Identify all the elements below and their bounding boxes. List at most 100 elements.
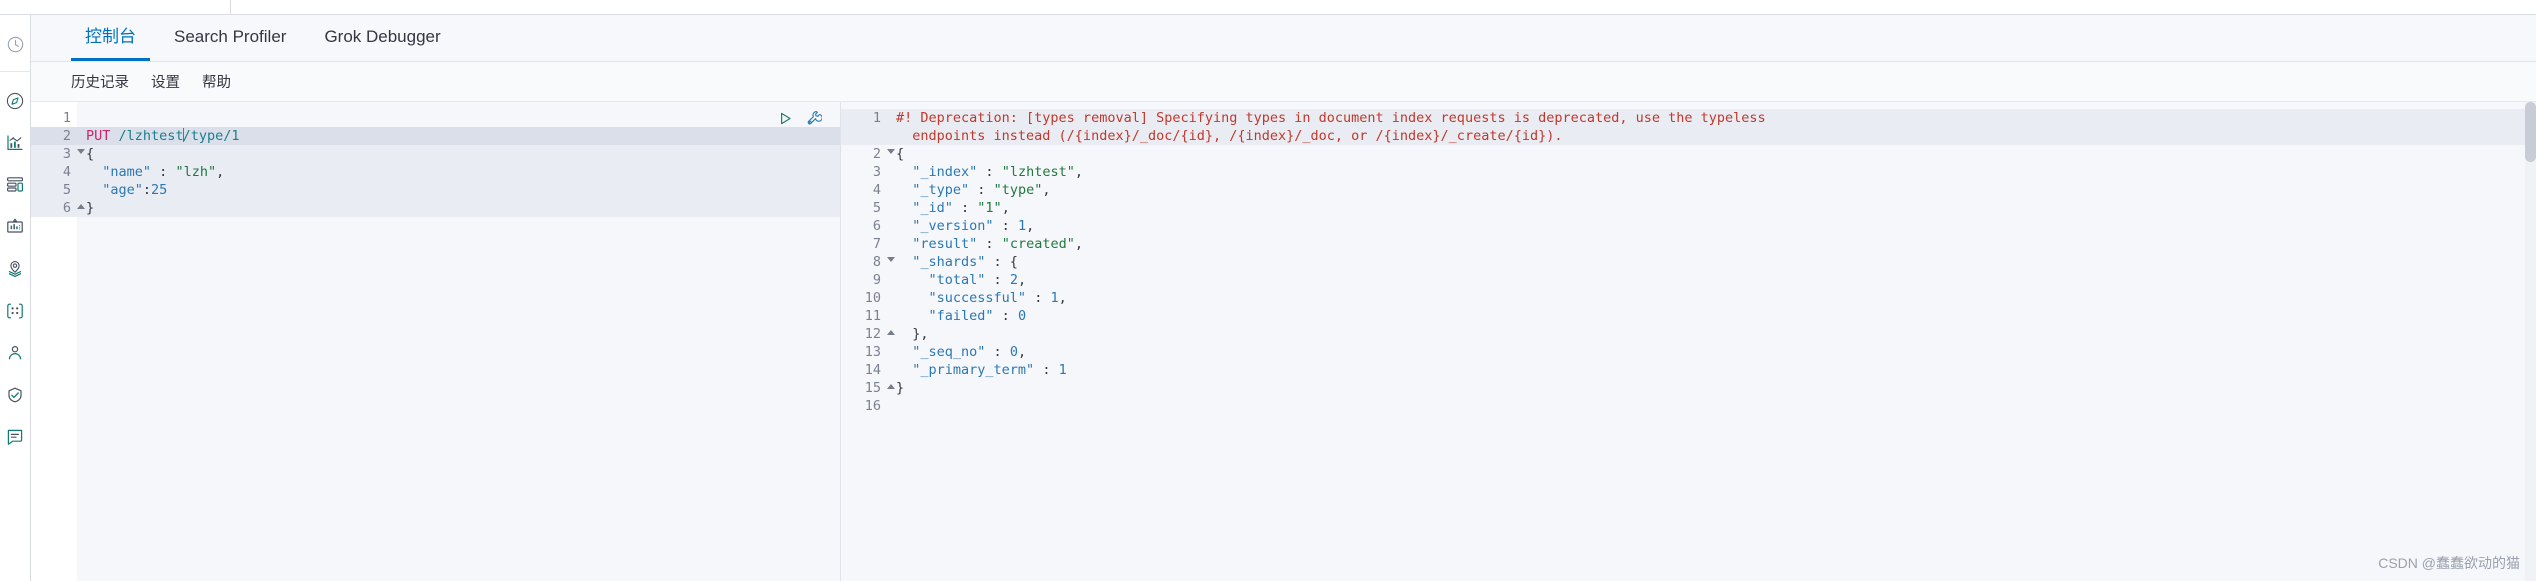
code-token: : [993, 308, 1018, 324]
response-code[interactable]: #! Deprecation: [types removal] Specifyi… [887, 102, 2536, 581]
submenu-help[interactable]: 帮助 [202, 71, 231, 92]
code-token: , [1001, 200, 1010, 216]
line-number: 4 [872, 182, 881, 198]
code-line[interactable]: "_type" : "type", [887, 181, 2536, 199]
code-line[interactable]: { [77, 145, 840, 163]
line-number: 2 [31, 127, 77, 145]
code-token: "_seq_no" [912, 344, 986, 360]
response-scrollbar-thumb[interactable] [2525, 102, 2536, 162]
line-number: 14 [864, 362, 881, 378]
kibana-dev-tools-console: 控制台 Search Profiler Grok Debugger 历史记录 设… [0, 0, 2536, 581]
code-token: "age" [102, 182, 143, 198]
tab-console[interactable]: 控制台 [71, 28, 150, 61]
code-token: : [142, 182, 152, 198]
code-token: : [969, 182, 994, 198]
code-line[interactable]: }, [887, 325, 2536, 343]
request-editor-pane[interactable]: 123456 PUT /lzhtest/type/1{ "name" : "lz… [31, 102, 841, 581]
top-strip-cell [31, 0, 231, 15]
code-token: } [896, 380, 905, 396]
console-body: 123456 PUT /lzhtest/type/1{ "name" : "lz… [31, 101, 2536, 581]
code-line[interactable]: "total" : 2, [887, 271, 2536, 289]
code-line[interactable]: endpoints instead (/{index}/_doc/{id}, /… [887, 127, 2536, 145]
line-number: 12 [841, 325, 895, 343]
uptime-icon[interactable] [0, 378, 31, 411]
code-token: 2 [1009, 272, 1018, 288]
line-number: 6 [31, 199, 85, 217]
code-token: /type/1 [182, 128, 240, 144]
response-gutter: 1 2 3 4 5 6 7 8 9 10 11 12 13 14 15 16 [841, 102, 895, 581]
code-line[interactable]: { [887, 145, 2536, 163]
code-line[interactable]: #! Deprecation: [types removal] Specifyi… [887, 109, 2536, 127]
canvas-icon[interactable] [0, 210, 31, 243]
line-number: 7 [872, 236, 881, 252]
fold-toggle-icon[interactable] [77, 204, 85, 209]
rail-top-spacer [0, 0, 31, 15]
code-line[interactable]: "_version" : 1, [887, 217, 2536, 235]
machine-learning-icon[interactable] [0, 294, 31, 327]
dashboard-icon[interactable] [0, 168, 31, 201]
code-line[interactable] [77, 109, 840, 127]
console-submenu: 历史记录 设置 帮助 [31, 62, 2536, 101]
fold-toggle-icon[interactable] [887, 330, 895, 335]
code-token: #! Deprecation: [types removal] Specifyi… [896, 110, 1766, 126]
code-line[interactable]: } [77, 199, 840, 217]
code-line[interactable]: PUT /lzhtest/type/1 [77, 127, 840, 145]
apm-icon[interactable] [0, 420, 31, 453]
code-line[interactable] [887, 397, 2536, 415]
tab-grok-debugger[interactable]: Grok Debugger [310, 28, 454, 61]
submenu-history[interactable]: 历史记录 [71, 71, 129, 92]
code-line[interactable]: "failed" : 0 [887, 307, 2536, 325]
line-number: 2 [841, 145, 895, 163]
code-line[interactable]: "_seq_no" : 0, [887, 343, 2536, 361]
line-number: 9 [872, 272, 881, 288]
code-line[interactable]: "age":25 [77, 181, 840, 199]
code-line[interactable]: } [887, 379, 2536, 397]
tab-search-profiler[interactable]: Search Profiler [160, 28, 300, 61]
line-number: 15 [841, 379, 895, 397]
code-token: "_primary_term" [912, 362, 1035, 378]
code-line[interactable]: "name" : "lzh", [77, 163, 840, 181]
recently-viewed-icon[interactable] [0, 28, 31, 61]
code-token: "failed" [928, 308, 994, 324]
code-token: "successful" [928, 290, 1027, 306]
code-token: 1 [1058, 362, 1067, 378]
response-scrollbar[interactable] [2525, 102, 2536, 581]
code-line[interactable]: "_shards" : { [887, 253, 2536, 271]
code-token: : [985, 272, 1010, 288]
submenu-settings[interactable]: 设置 [151, 71, 180, 92]
request-code[interactable]: PUT /lzhtest/type/1{ "name" : "lzh", "ag… [77, 102, 840, 581]
infrastructure-icon[interactable] [0, 336, 31, 369]
fold-toggle-icon[interactable] [887, 257, 895, 262]
wrench-menu-button[interactable] [806, 110, 822, 126]
top-strip-cell [231, 0, 1731, 15]
code-token: "_type" [912, 182, 970, 198]
maps-icon[interactable] [0, 252, 31, 285]
visualize-icon[interactable] [0, 126, 31, 159]
discover-icon[interactable] [0, 84, 31, 117]
code-line[interactable]: "_primary_term" : 1 [887, 361, 2536, 379]
fold-toggle-icon[interactable] [77, 149, 85, 154]
code-token: : [1026, 290, 1051, 306]
code-token: "_shards" [912, 254, 986, 270]
run-request-button[interactable] [778, 111, 793, 126]
code-line[interactable]: "result" : "created", [887, 235, 2536, 253]
dev-tools-tabs: 控制台 Search Profiler Grok Debugger [31, 15, 2536, 62]
code-line[interactable]: "_id" : "1", [887, 199, 2536, 217]
response-pane[interactable]: 1 2 3 4 5 6 7 8 9 10 11 12 13 14 15 16 #! Deprecation: … [841, 102, 2536, 581]
watermark: CSDN @蠢蠢欲动的猫 [2378, 555, 2520, 571]
fold-toggle-icon[interactable] [887, 384, 895, 389]
request-gutter: 123456 [31, 102, 85, 581]
line-number: 4 [31, 163, 77, 181]
fold-toggle-icon[interactable] [887, 149, 895, 154]
main-column: 控制台 Search Profiler Grok Debugger 历史记录 设… [31, 0, 2536, 581]
code-line[interactable]: "_index" : "lzhtest", [887, 163, 2536, 181]
code-line[interactable]: "successful" : 1, [887, 289, 2536, 307]
